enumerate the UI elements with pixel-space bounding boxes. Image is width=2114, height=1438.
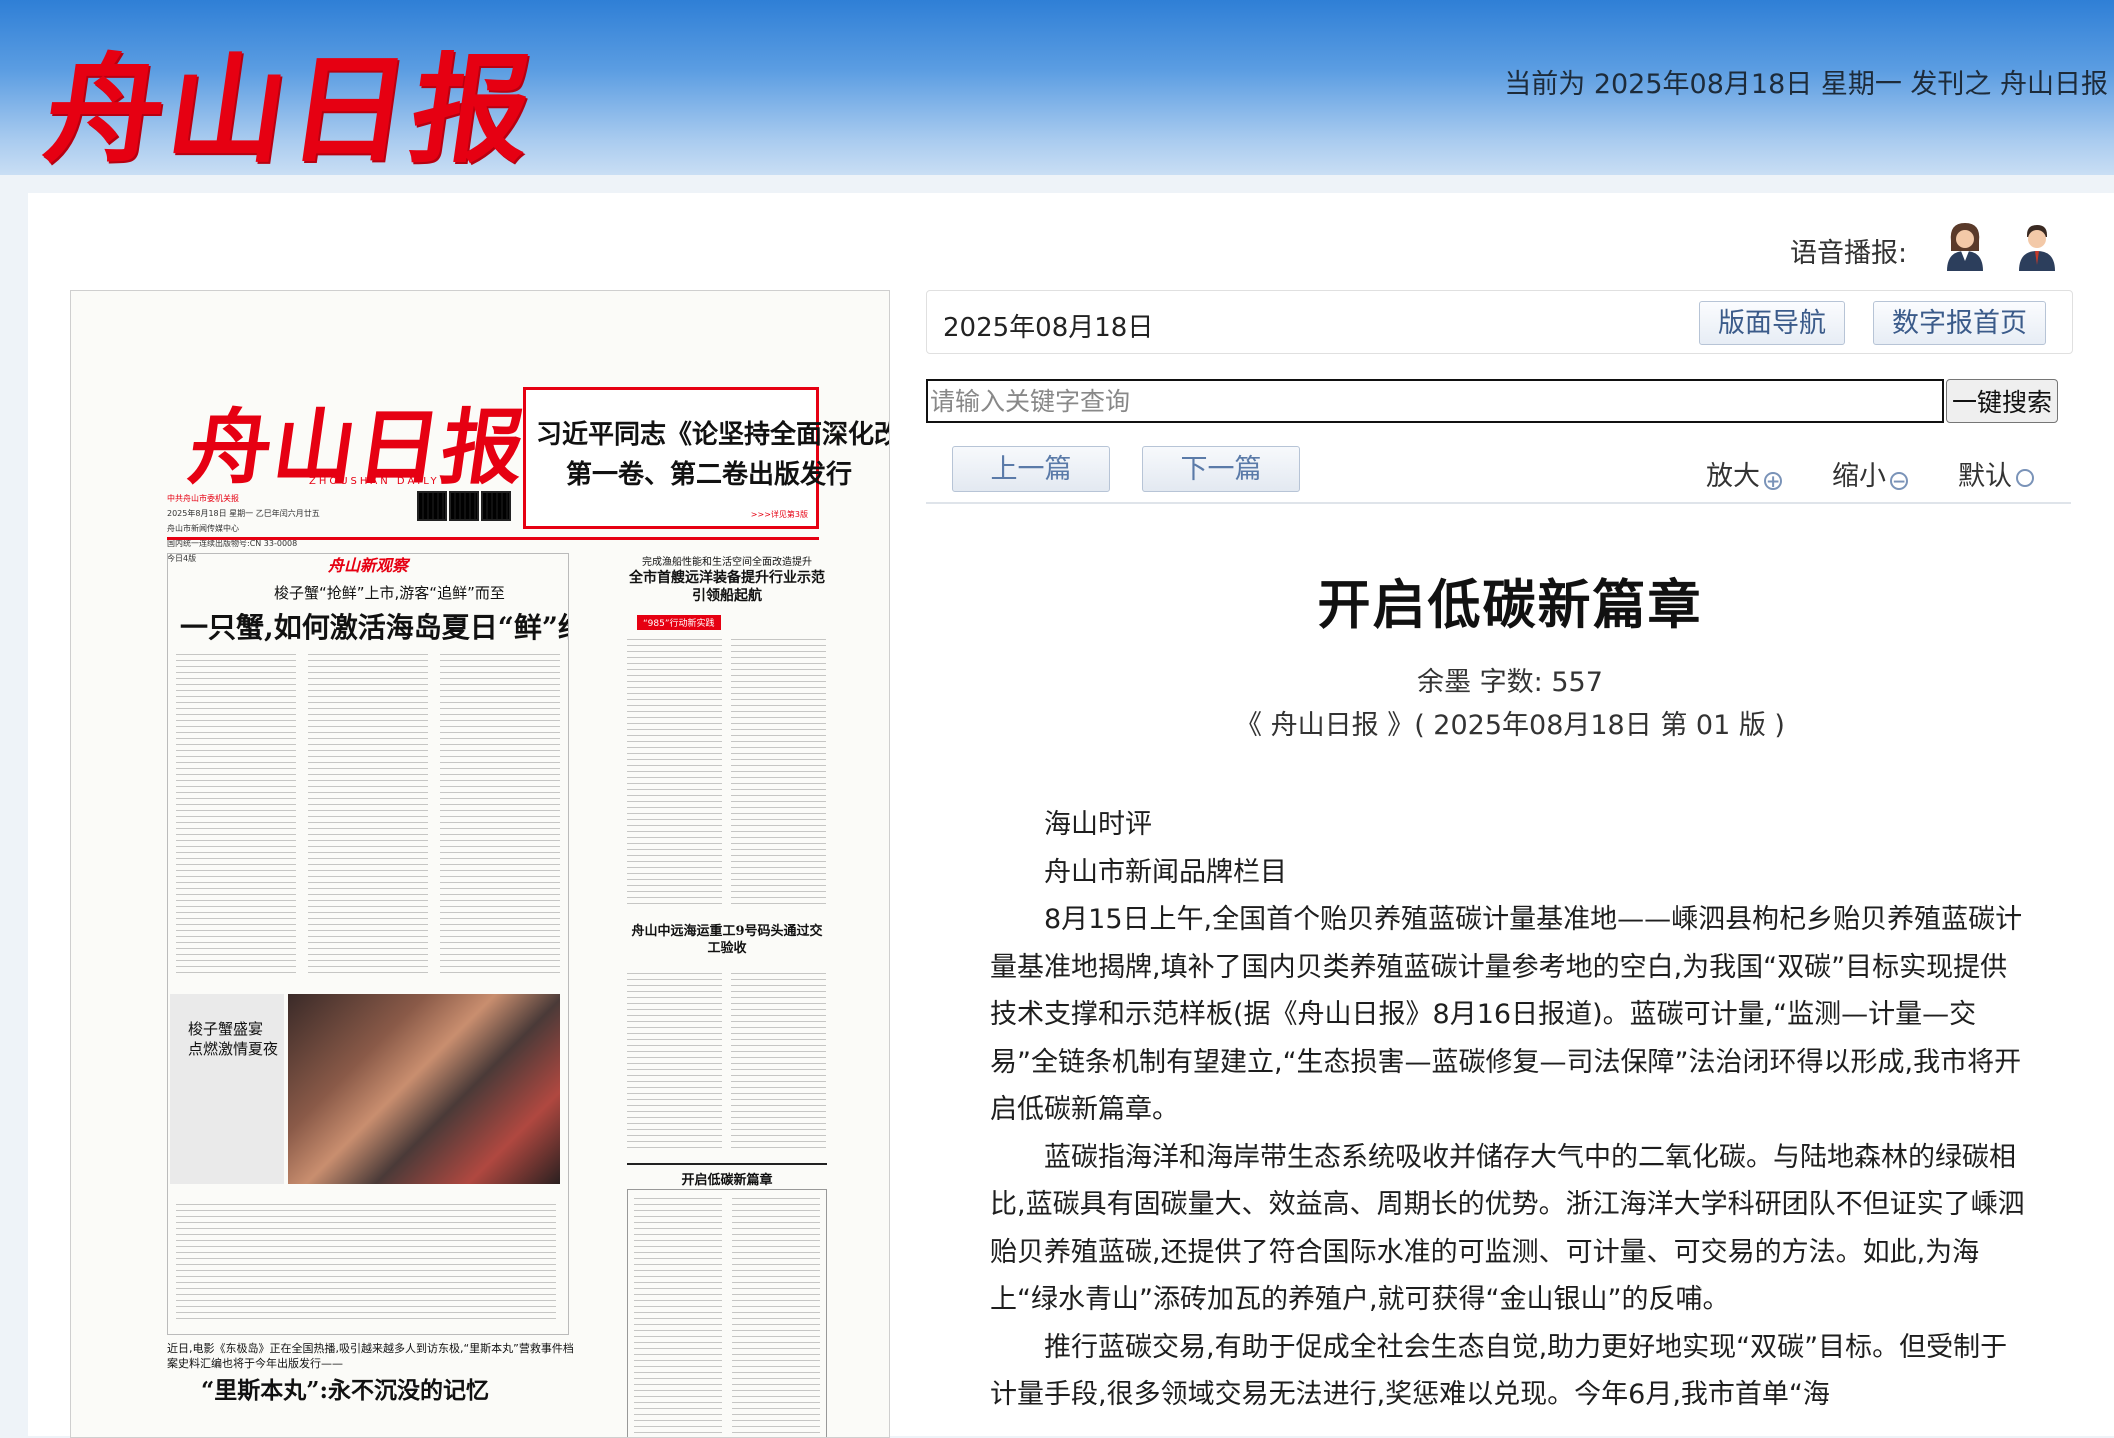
paper-tag: “985”行动新实践 (637, 615, 721, 630)
qr-code-icon (417, 491, 447, 521)
text-column (440, 654, 560, 974)
qr-code-icon (449, 491, 479, 521)
voice-broadcast-label: 语音播报: (1790, 238, 1908, 269)
search-button[interactable]: 一键搜索 (1946, 379, 2058, 423)
zoom-in-button[interactable]: 放大 + (1706, 454, 1782, 493)
paper-lead-story[interactable]: 舟山新观察 梭子蟹“抢鲜”上市,游客“追鲜”而至 一只蟹,如何激活海岛夏日“鲜”… (167, 553, 569, 1335)
news-photo (288, 994, 560, 1184)
article-byline: 余墨 字数: 557 (1417, 667, 1603, 698)
text-column (176, 1204, 556, 1324)
text-column (731, 973, 826, 1153)
digital-home-button[interactable]: 数字报首页 (1873, 301, 2046, 345)
article-source: 《 舟山日报 》( 2025年08月18日 第 01 版 ) (1235, 710, 1785, 741)
search-input[interactable] (926, 379, 1944, 423)
article-title: 开启低碳新篇章 (1317, 575, 1703, 636)
article-body: 海山时评 舟山市新闻品牌栏目 8月15日上午,全国首个贻贝养殖蓝碳计量基准地——… (990, 801, 2030, 1419)
main-content: 语音播报: 舟山日报 ZHOUSHAN DAILY 中共舟山市委机关报 2025… (28, 193, 2114, 1438)
date-bar: 2025年08月18日 版面导航 数字报首页 (926, 290, 2073, 354)
text-column (308, 654, 428, 974)
text-column (627, 973, 722, 1153)
prev-article-button[interactable]: 上一篇 (952, 446, 1110, 492)
minus-circle-icon: − (1890, 472, 1908, 492)
page-nav-button[interactable]: 版面导航 (1699, 301, 1845, 345)
issue-info: 当前为 2025年08月18日 星期一 发刊之 舟山日报 (1504, 69, 2108, 100)
paper-bottom-title[interactable]: “里斯本丸”:永不沉没的记忆 (201, 1371, 489, 1405)
photo-caption: 梭子蟹盛宴 点燃激情夏夜 (188, 1020, 279, 1058)
text-column (731, 639, 826, 909)
male-anchor-icon[interactable] (2015, 221, 2059, 271)
circle-icon (2016, 469, 2034, 487)
text-column (627, 639, 722, 909)
site-logo[interactable]: 舟山日报 (36, 14, 548, 185)
article-paragraph: 8月15日上午,全国首个贻贝养殖蓝碳计量基准地——嵊泗县枸杞乡贻贝养殖蓝碳计量基… (990, 904, 2023, 1125)
zoom-out-button[interactable]: 缩小 − (1832, 454, 1908, 493)
article-nav-bar: 上一篇 下一篇 放大 + 缩小 − 默认 (926, 438, 2071, 504)
next-article-button[interactable]: 下一篇 (1142, 446, 1300, 492)
zoom-default-button[interactable]: 默认 (1958, 454, 2034, 493)
commentary-box (627, 1189, 827, 1437)
current-date: 2025年08月18日 (943, 313, 1154, 343)
paper-divider (167, 537, 819, 540)
plus-circle-icon: + (1764, 472, 1782, 492)
text-column (176, 654, 296, 974)
paper-masthead-en: ZHOUSHAN DAILY (309, 476, 440, 487)
article-paragraph: 推行蓝碳交易,有助于促成全社会生态自觉,助力更好地实现“双碳”目标。但受制于计量… (990, 1331, 2008, 1411)
article-paragraph: 海山时评 (1044, 809, 1152, 840)
female-anchor-icon[interactable] (1943, 221, 1987, 271)
article-paragraph: 舟山市新闻品牌栏目 (1044, 856, 1287, 888)
newspaper-page-image[interactable]: 舟山日报 ZHOUSHAN DAILY 中共舟山市委机关报 2025年8月18日… (70, 290, 890, 1438)
paper-right-column[interactable]: 完成渔船性能和生活空间全面改造提升 全市首艘远洋装备提升行业示范引领船起航 “9… (627, 553, 827, 1437)
article-paragraph: 蓝碳指海洋和海岸带生态系统吸收并储存大气中的二氧化碳。与陆地森林的绿碳相比,蓝碳… (990, 1141, 2025, 1316)
paper-promo-box[interactable]: 习近平同志《论坚持全面深化改革》 第一卷、第二卷出版发行 >>>详见第3版 (523, 387, 889, 529)
qr-code-icon (481, 491, 511, 521)
site-header: 舟山日报 当前为 2025年08月18日 星期一 发刊之 舟山日报 (0, 0, 2114, 179)
paper-bottom-kicker[interactable]: 近日,电影《东极岛》正在全国热播,吸引越来越多人到访东极,“里斯本丸”营救事件档… (167, 1341, 577, 1371)
